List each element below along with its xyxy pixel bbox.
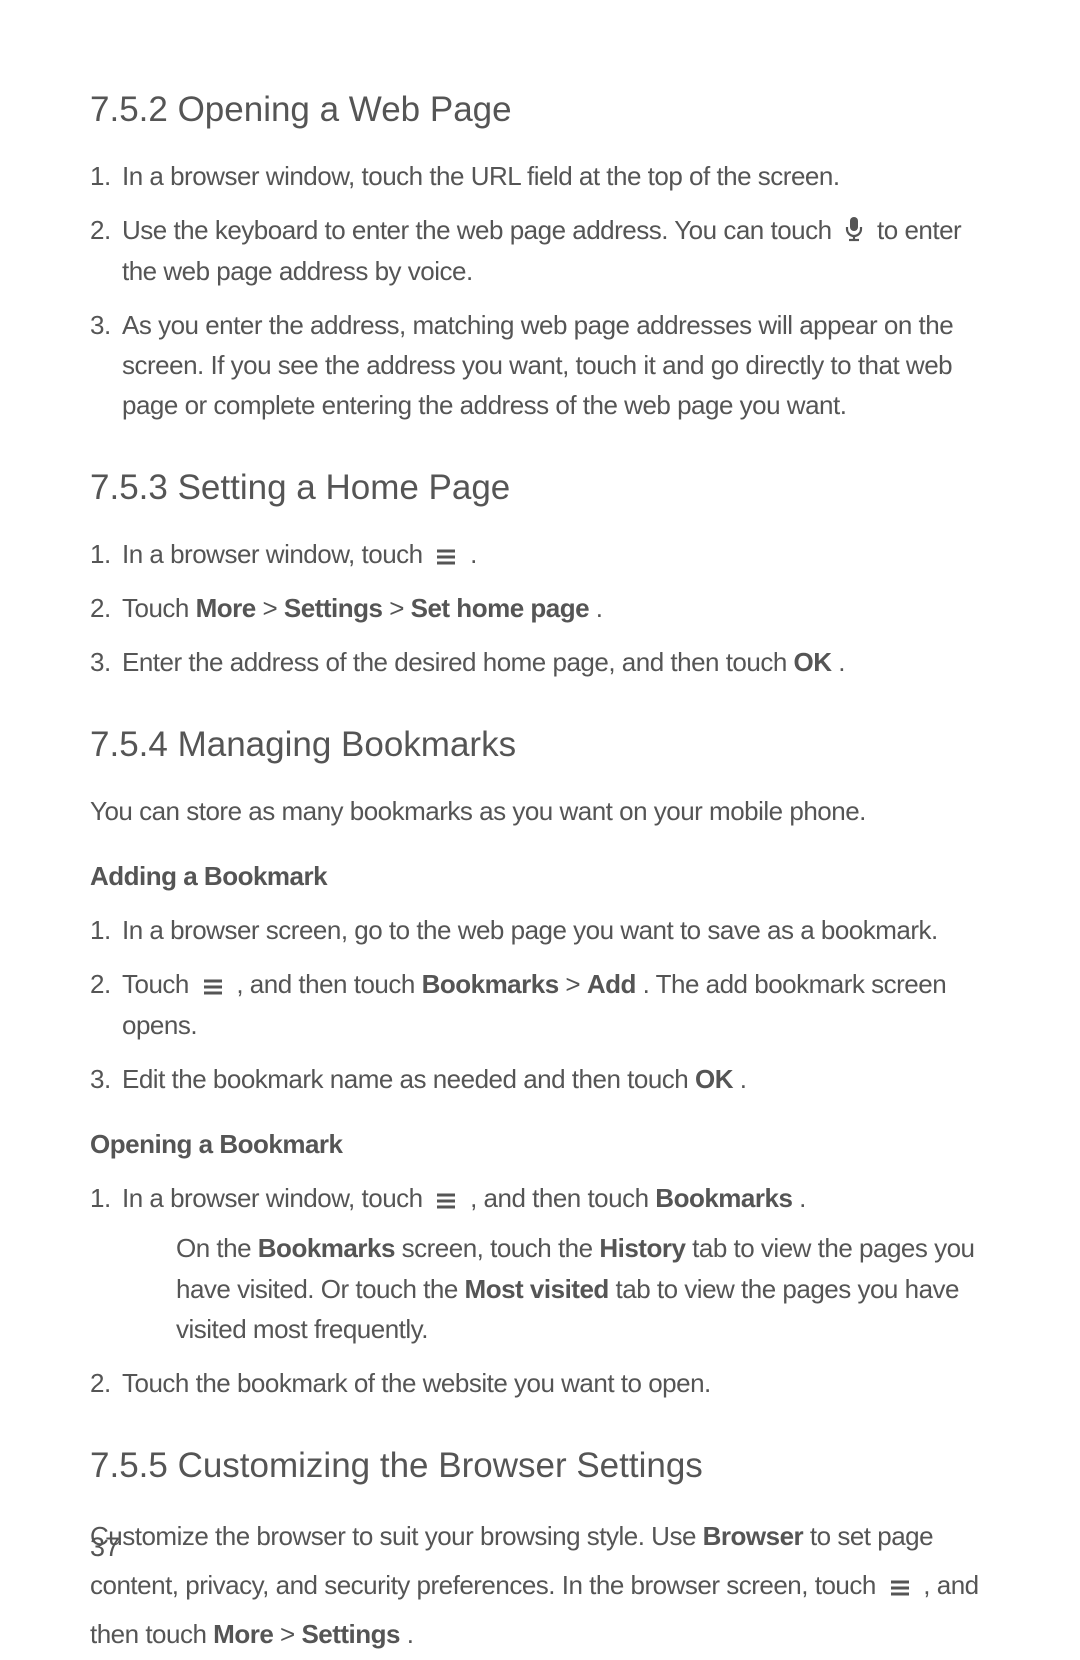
bold-text: Bookmarks (258, 1233, 395, 1263)
text: . (838, 647, 845, 677)
note-block: On the Bookmarks screen, touch the Histo… (122, 1228, 990, 1349)
bold-text: Settings (301, 1619, 400, 1649)
text: In a browser window, touch (122, 539, 429, 569)
text: , and then touch (470, 1183, 655, 1213)
text: Touch (122, 593, 196, 623)
list-item: Touch , and then touch Bookmarks > Add .… (90, 964, 990, 1045)
text: Touch (122, 969, 196, 999)
list-item: As you enter the address, matching web p… (90, 305, 990, 426)
bold-text: More (213, 1619, 273, 1649)
list-item: In a browser screen, go to the web page … (90, 910, 990, 950)
bold-text: Most visited (465, 1274, 609, 1304)
text: > (280, 1619, 301, 1649)
list-7-5-2: In a browser window, touch the URL field… (90, 156, 990, 426)
bold-text: OK (794, 647, 832, 677)
list-item: In a browser window, touch the URL field… (90, 156, 990, 196)
bold-text: History (599, 1233, 685, 1263)
bold-text: Add (587, 969, 636, 999)
text: Use the keyboard to enter the web page a… (122, 215, 838, 245)
bold-text: Settings (284, 593, 383, 623)
text: . (740, 1064, 747, 1094)
text: In a browser window, touch (122, 1183, 429, 1213)
list-7-5-3: In a browser window, touch . Touch More … (90, 534, 990, 683)
menu-icon (202, 978, 224, 996)
list-item: Touch the bookmark of the website you wa… (90, 1363, 990, 1403)
list-item: Touch More > Settings > Set home page . (90, 588, 990, 628)
menu-icon (435, 548, 457, 566)
text: Customize the browser to suit your brows… (90, 1521, 703, 1551)
paragraph: You can store as many bookmarks as you w… (90, 791, 990, 831)
microphone-icon (844, 216, 864, 242)
paragraph: Customize the browser to suit your brows… (90, 1512, 990, 1660)
text: > (565, 969, 586, 999)
text: . (470, 539, 477, 569)
list-item: In a browser window, touch . (90, 534, 990, 574)
list-opening-bookmark: In a browser window, touch , and then to… (90, 1178, 990, 1403)
list-item: Use the keyboard to enter the web page a… (90, 210, 990, 291)
text: . (596, 593, 603, 623)
document-page: 7.5.2 Opening a Web Page In a browser wi… (0, 0, 1080, 1617)
bold-text: Browser (703, 1521, 804, 1551)
heading-7-5-5: 7.5.5 Customizing the Browser Settings (90, 1446, 990, 1486)
heading-7-5-2: 7.5.2 Opening a Web Page (90, 90, 990, 130)
text: screen, touch the (402, 1233, 600, 1263)
menu-icon (889, 1579, 911, 1597)
page-number: 37 (90, 1532, 120, 1563)
bold-text: Bookmarks (422, 969, 559, 999)
bold-text: Set home page (411, 593, 589, 623)
text: . (799, 1183, 806, 1213)
text: , and then touch (236, 969, 421, 999)
list-item: In a browser window, touch , and then to… (90, 1178, 990, 1349)
list-item: Edit the bookmark name as needed and the… (90, 1059, 990, 1099)
subheading-opening-bookmark: Opening a Bookmark (90, 1129, 990, 1160)
text: Enter the address of the desired home pa… (122, 647, 794, 677)
list-adding-bookmark: In a browser screen, go to the web page … (90, 910, 990, 1099)
text: . (407, 1619, 414, 1649)
heading-7-5-3: 7.5.3 Setting a Home Page (90, 468, 990, 508)
list-item: Enter the address of the desired home pa… (90, 642, 990, 682)
bold-text: Bookmarks (655, 1183, 792, 1213)
subheading-adding-bookmark: Adding a Bookmark (90, 861, 990, 892)
text: On the (176, 1233, 258, 1263)
bold-text: More (196, 593, 256, 623)
heading-7-5-4: 7.5.4 Managing Bookmarks (90, 725, 990, 765)
text: Edit the bookmark name as needed and the… (122, 1064, 695, 1094)
menu-icon (435, 1192, 457, 1210)
bold-text: OK (695, 1064, 733, 1094)
text: > (262, 593, 283, 623)
text: > (389, 593, 410, 623)
